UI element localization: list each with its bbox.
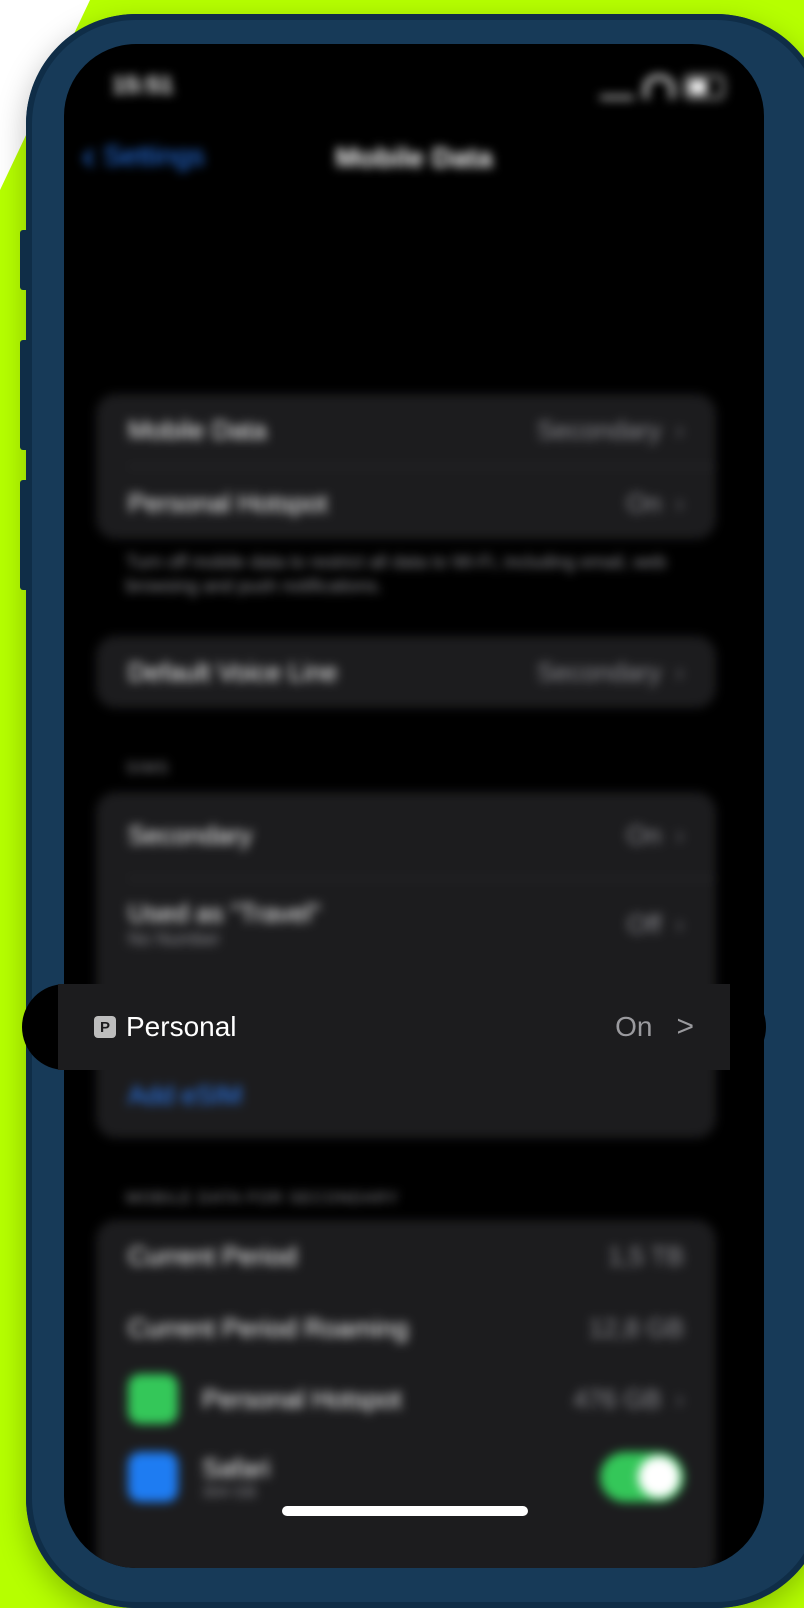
row-value: On bbox=[615, 1011, 653, 1042]
volume-down-button bbox=[20, 480, 30, 590]
chevron-right-icon: › bbox=[675, 487, 684, 518]
row-label: Used as "Travel" bbox=[128, 898, 321, 928]
status-time: 15:51 bbox=[112, 72, 174, 99]
usage-header: MOBILE DATA FOR SECONDARY bbox=[126, 1190, 400, 1207]
battery-icon bbox=[684, 74, 724, 99]
row-label: Current Period Roaming bbox=[128, 1312, 409, 1343]
chevron-right-icon: > bbox=[676, 1010, 694, 1043]
chevron-right-icon: › bbox=[675, 1383, 684, 1414]
page-title: Mobile Data bbox=[335, 142, 493, 173]
volume-up-button bbox=[20, 340, 30, 450]
app-name: Personal Hotspot bbox=[202, 1383, 402, 1414]
mobile-data-note: Turn off mobile data to restrict all dat… bbox=[126, 552, 667, 596]
default-voice-line-row[interactable]: Default Voice Line Secondary › bbox=[96, 636, 716, 708]
row-sublabel: No Number bbox=[128, 929, 221, 949]
row-value: 12,8 GB bbox=[588, 1312, 684, 1343]
chevron-right-icon: › bbox=[675, 908, 684, 939]
blurred-settings-content: 15:51 ‹ Settings Mobile Data Mobile Data… bbox=[64, 44, 764, 1568]
sim-travel-row[interactable]: Used as "Travel" No Number Off › bbox=[96, 879, 716, 969]
current-period-roaming-row: Current Period Roaming 12,8 GB bbox=[96, 1292, 716, 1364]
highlighted-row-capsule: P Personal On > bbox=[22, 984, 766, 1070]
row-label: Personal Hotspot bbox=[128, 487, 328, 518]
app-value: 476 GB bbox=[573, 1383, 662, 1414]
row-label: Current Period bbox=[128, 1240, 298, 1271]
chevron-right-icon: › bbox=[675, 414, 684, 445]
current-period-row: Current Period 1,5 TB bbox=[96, 1220, 716, 1292]
row-value: Secondary bbox=[537, 656, 662, 687]
personal-hotspot-row[interactable]: Personal Hotspot On › bbox=[96, 467, 716, 539]
sim-secondary-row[interactable]: Secondary On › bbox=[96, 792, 716, 878]
app-name: Safari bbox=[202, 1452, 270, 1483]
mute-switch bbox=[20, 230, 30, 290]
row-value: Off bbox=[627, 908, 662, 939]
row-label: Secondary bbox=[128, 819, 253, 850]
row-value: Secondary bbox=[537, 414, 662, 445]
chevron-right-icon: › bbox=[675, 656, 684, 687]
sims-header: SIMs bbox=[126, 760, 170, 777]
status-icons bbox=[600, 74, 724, 99]
signal-icon bbox=[600, 74, 634, 99]
app-row-personal-hotspot[interactable]: Personal Hotspot 476 GB › bbox=[96, 1364, 716, 1434]
row-label: Default Voice Line bbox=[128, 656, 338, 687]
row-label: Mobile Data bbox=[128, 414, 267, 445]
safari-app-icon bbox=[128, 1452, 178, 1502]
voice-group: Default Voice Line Secondary › bbox=[96, 636, 716, 708]
wifi-icon bbox=[644, 74, 674, 99]
row-label: Personal bbox=[126, 1011, 237, 1042]
mobile-data-row[interactable]: Mobile Data Secondary › bbox=[96, 394, 716, 466]
sims-group: Secondary On › Used as "Travel" No Numbe… bbox=[96, 792, 716, 1138]
app-sub: 304 GB bbox=[202, 1483, 257, 1501]
phone-screen: 15:51 ‹ Settings Mobile Data Mobile Data… bbox=[64, 44, 764, 1568]
row-value: On bbox=[626, 819, 662, 850]
home-indicator bbox=[282, 1506, 528, 1516]
mobile-data-group: Mobile Data Secondary › Personal Hotspot… bbox=[96, 394, 716, 539]
personal-sim-row[interactable]: P Personal On > bbox=[58, 984, 730, 1070]
row-value: 1,5 TB bbox=[607, 1240, 684, 1271]
row-value: On bbox=[626, 487, 662, 518]
chevron-right-icon: › bbox=[675, 819, 684, 850]
sim-badge-icon: P bbox=[94, 1016, 116, 1038]
safari-data-toggle[interactable] bbox=[600, 1452, 684, 1502]
hotspot-app-icon bbox=[128, 1374, 178, 1424]
